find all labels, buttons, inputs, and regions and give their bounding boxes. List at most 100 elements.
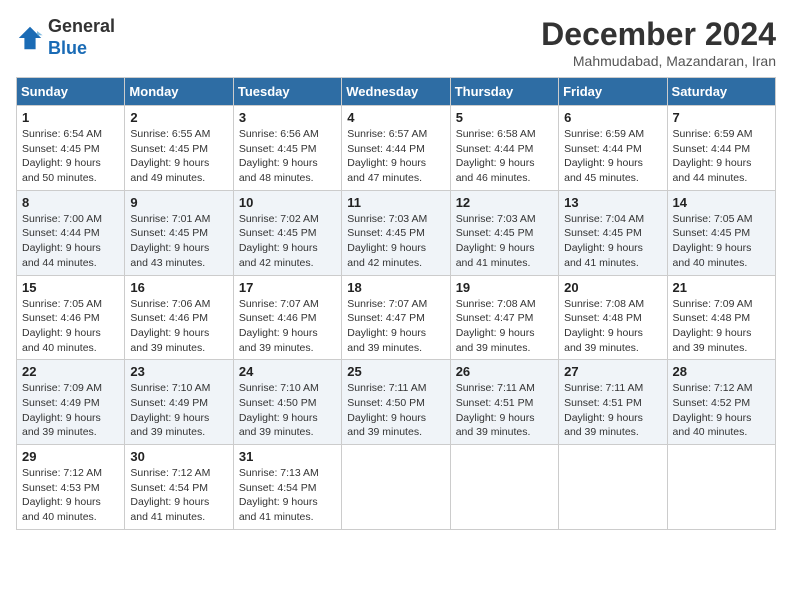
day-info: Sunrise: 7:00 AM Sunset: 4:44 PM Dayligh… xyxy=(22,212,119,271)
day-number: 8 xyxy=(22,195,119,210)
calendar-cell: 1 Sunrise: 6:54 AM Sunset: 4:45 PM Dayli… xyxy=(17,106,125,191)
logo-icon xyxy=(16,24,44,52)
calendar-cell: 3 Sunrise: 6:56 AM Sunset: 4:45 PM Dayli… xyxy=(233,106,341,191)
calendar-cell: 12 Sunrise: 7:03 AM Sunset: 4:45 PM Dayl… xyxy=(450,190,558,275)
calendar-cell: 5 Sunrise: 6:58 AM Sunset: 4:44 PM Dayli… xyxy=(450,106,558,191)
calendar-cell: 27 Sunrise: 7:11 AM Sunset: 4:51 PM Dayl… xyxy=(559,360,667,445)
calendar-table: SundayMondayTuesdayWednesdayThursdayFrid… xyxy=(16,77,776,530)
calendar-cell: 9 Sunrise: 7:01 AM Sunset: 4:45 PM Dayli… xyxy=(125,190,233,275)
calendar-cell: 22 Sunrise: 7:09 AM Sunset: 4:49 PM Dayl… xyxy=(17,360,125,445)
logo: General Blue xyxy=(16,16,115,59)
calendar-cell xyxy=(450,445,558,530)
day-info: Sunrise: 7:11 AM Sunset: 4:51 PM Dayligh… xyxy=(564,381,661,440)
day-info: Sunrise: 7:03 AM Sunset: 4:45 PM Dayligh… xyxy=(456,212,553,271)
calendar-cell: 14 Sunrise: 7:05 AM Sunset: 4:45 PM Dayl… xyxy=(667,190,775,275)
day-number: 17 xyxy=(239,280,336,295)
title-section: December 2024 Mahmudabad, Mazandaran, Ir… xyxy=(541,16,776,69)
calendar-cell: 31 Sunrise: 7:13 AM Sunset: 4:54 PM Dayl… xyxy=(233,445,341,530)
calendar-cell: 18 Sunrise: 7:07 AM Sunset: 4:47 PM Dayl… xyxy=(342,275,450,360)
day-number: 3 xyxy=(239,110,336,125)
day-number: 31 xyxy=(239,449,336,464)
calendar-cell: 10 Sunrise: 7:02 AM Sunset: 4:45 PM Dayl… xyxy=(233,190,341,275)
day-number: 9 xyxy=(130,195,227,210)
logo-line2: Blue xyxy=(48,38,115,60)
day-number: 7 xyxy=(673,110,770,125)
day-info: Sunrise: 6:59 AM Sunset: 4:44 PM Dayligh… xyxy=(564,127,661,186)
day-info: Sunrise: 7:03 AM Sunset: 4:45 PM Dayligh… xyxy=(347,212,444,271)
day-number: 12 xyxy=(456,195,553,210)
day-number: 11 xyxy=(347,195,444,210)
calendar-cell: 2 Sunrise: 6:55 AM Sunset: 4:45 PM Dayli… xyxy=(125,106,233,191)
day-number: 1 xyxy=(22,110,119,125)
calendar-cell: 28 Sunrise: 7:12 AM Sunset: 4:52 PM Dayl… xyxy=(667,360,775,445)
day-info: Sunrise: 7:01 AM Sunset: 4:45 PM Dayligh… xyxy=(130,212,227,271)
day-info: Sunrise: 7:02 AM Sunset: 4:45 PM Dayligh… xyxy=(239,212,336,271)
calendar-cell: 7 Sunrise: 6:59 AM Sunset: 4:44 PM Dayli… xyxy=(667,106,775,191)
day-info: Sunrise: 7:05 AM Sunset: 4:45 PM Dayligh… xyxy=(673,212,770,271)
page-header: General Blue December 2024 Mahmudabad, M… xyxy=(16,16,776,69)
day-info: Sunrise: 7:09 AM Sunset: 4:48 PM Dayligh… xyxy=(673,297,770,356)
day-info: Sunrise: 6:55 AM Sunset: 4:45 PM Dayligh… xyxy=(130,127,227,186)
weekday-header: Sunday xyxy=(17,78,125,106)
location-subtitle: Mahmudabad, Mazandaran, Iran xyxy=(541,53,776,69)
calendar-cell xyxy=(667,445,775,530)
day-info: Sunrise: 6:56 AM Sunset: 4:45 PM Dayligh… xyxy=(239,127,336,186)
day-info: Sunrise: 6:57 AM Sunset: 4:44 PM Dayligh… xyxy=(347,127,444,186)
day-info: Sunrise: 6:58 AM Sunset: 4:44 PM Dayligh… xyxy=(456,127,553,186)
calendar-cell: 26 Sunrise: 7:11 AM Sunset: 4:51 PM Dayl… xyxy=(450,360,558,445)
calendar-week-row: 15 Sunrise: 7:05 AM Sunset: 4:46 PM Dayl… xyxy=(17,275,776,360)
weekday-header: Saturday xyxy=(667,78,775,106)
logo-line1: General xyxy=(48,16,115,38)
day-number: 2 xyxy=(130,110,227,125)
day-number: 19 xyxy=(456,280,553,295)
day-info: Sunrise: 7:06 AM Sunset: 4:46 PM Dayligh… xyxy=(130,297,227,356)
calendar-cell: 4 Sunrise: 6:57 AM Sunset: 4:44 PM Dayli… xyxy=(342,106,450,191)
day-number: 27 xyxy=(564,364,661,379)
day-number: 18 xyxy=(347,280,444,295)
calendar-week-row: 8 Sunrise: 7:00 AM Sunset: 4:44 PM Dayli… xyxy=(17,190,776,275)
day-info: Sunrise: 7:08 AM Sunset: 4:48 PM Dayligh… xyxy=(564,297,661,356)
calendar-week-row: 22 Sunrise: 7:09 AM Sunset: 4:49 PM Dayl… xyxy=(17,360,776,445)
day-info: Sunrise: 6:54 AM Sunset: 4:45 PM Dayligh… xyxy=(22,127,119,186)
day-number: 14 xyxy=(673,195,770,210)
day-number: 10 xyxy=(239,195,336,210)
calendar-cell: 13 Sunrise: 7:04 AM Sunset: 4:45 PM Dayl… xyxy=(559,190,667,275)
day-number: 22 xyxy=(22,364,119,379)
calendar-cell: 24 Sunrise: 7:10 AM Sunset: 4:50 PM Dayl… xyxy=(233,360,341,445)
day-number: 16 xyxy=(130,280,227,295)
calendar-cell: 30 Sunrise: 7:12 AM Sunset: 4:54 PM Dayl… xyxy=(125,445,233,530)
day-info: Sunrise: 7:11 AM Sunset: 4:51 PM Dayligh… xyxy=(456,381,553,440)
day-info: Sunrise: 7:11 AM Sunset: 4:50 PM Dayligh… xyxy=(347,381,444,440)
day-info: Sunrise: 6:59 AM Sunset: 4:44 PM Dayligh… xyxy=(673,127,770,186)
weekday-header: Tuesday xyxy=(233,78,341,106)
weekday-header: Friday xyxy=(559,78,667,106)
calendar-cell: 8 Sunrise: 7:00 AM Sunset: 4:44 PM Dayli… xyxy=(17,190,125,275)
calendar-cell: 16 Sunrise: 7:06 AM Sunset: 4:46 PM Dayl… xyxy=(125,275,233,360)
weekday-header: Thursday xyxy=(450,78,558,106)
day-number: 26 xyxy=(456,364,553,379)
calendar-cell: 11 Sunrise: 7:03 AM Sunset: 4:45 PM Dayl… xyxy=(342,190,450,275)
calendar-cell: 15 Sunrise: 7:05 AM Sunset: 4:46 PM Dayl… xyxy=(17,275,125,360)
day-number: 20 xyxy=(564,280,661,295)
day-number: 29 xyxy=(22,449,119,464)
calendar-cell: 17 Sunrise: 7:07 AM Sunset: 4:46 PM Dayl… xyxy=(233,275,341,360)
day-number: 30 xyxy=(130,449,227,464)
weekday-header: Wednesday xyxy=(342,78,450,106)
calendar-week-row: 1 Sunrise: 6:54 AM Sunset: 4:45 PM Dayli… xyxy=(17,106,776,191)
day-number: 25 xyxy=(347,364,444,379)
calendar-cell: 25 Sunrise: 7:11 AM Sunset: 4:50 PM Dayl… xyxy=(342,360,450,445)
day-info: Sunrise: 7:10 AM Sunset: 4:49 PM Dayligh… xyxy=(130,381,227,440)
day-number: 6 xyxy=(564,110,661,125)
day-number: 21 xyxy=(673,280,770,295)
calendar-cell: 20 Sunrise: 7:08 AM Sunset: 4:48 PM Dayl… xyxy=(559,275,667,360)
day-info: Sunrise: 7:04 AM Sunset: 4:45 PM Dayligh… xyxy=(564,212,661,271)
month-title: December 2024 xyxy=(541,16,776,53)
calendar-cell: 21 Sunrise: 7:09 AM Sunset: 4:48 PM Dayl… xyxy=(667,275,775,360)
day-number: 5 xyxy=(456,110,553,125)
calendar-week-row: 29 Sunrise: 7:12 AM Sunset: 4:53 PM Dayl… xyxy=(17,445,776,530)
day-info: Sunrise: 7:13 AM Sunset: 4:54 PM Dayligh… xyxy=(239,466,336,525)
day-number: 13 xyxy=(564,195,661,210)
calendar-cell: 29 Sunrise: 7:12 AM Sunset: 4:53 PM Dayl… xyxy=(17,445,125,530)
calendar-header-row: SundayMondayTuesdayWednesdayThursdayFrid… xyxy=(17,78,776,106)
calendar-cell xyxy=(342,445,450,530)
